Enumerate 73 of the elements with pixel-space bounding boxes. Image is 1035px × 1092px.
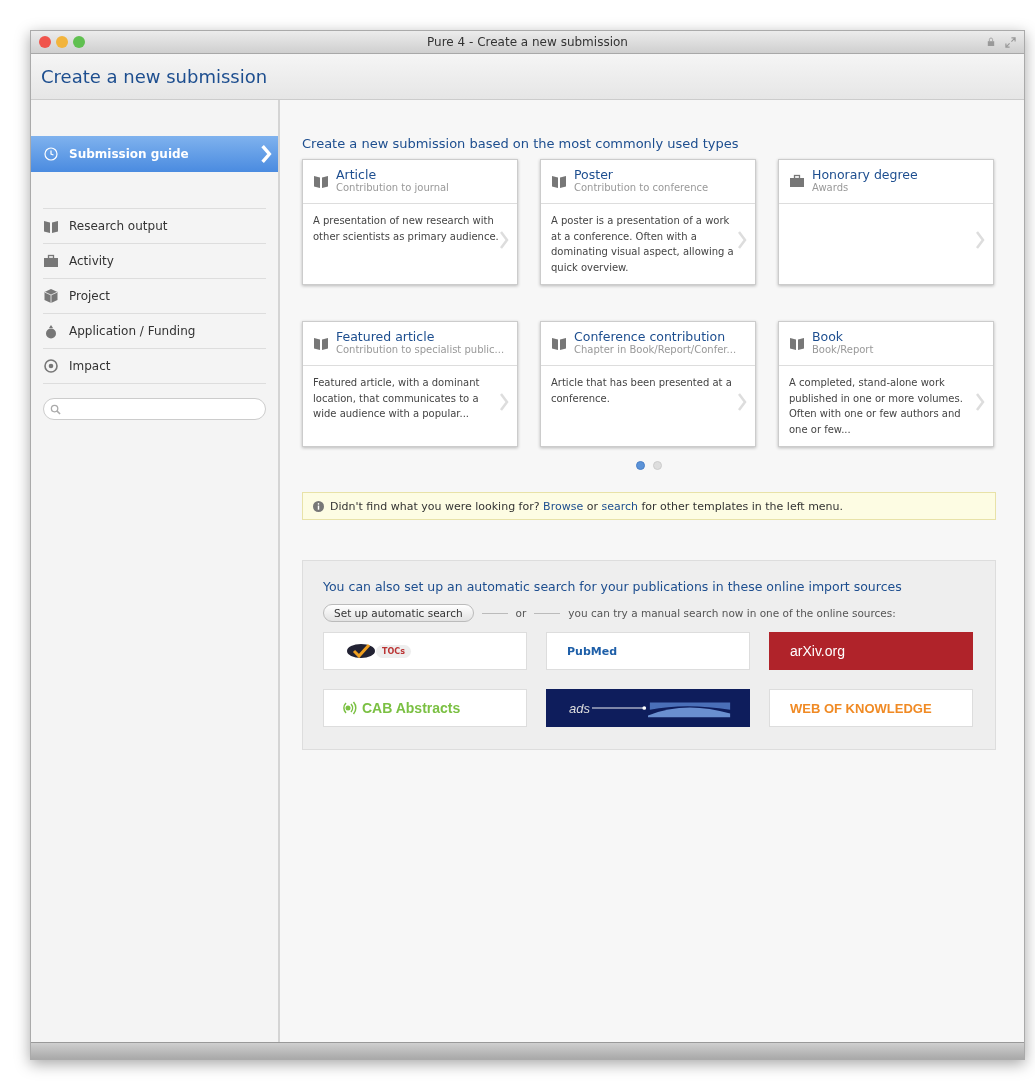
card-description: Featured article, with a dominant location, that communicates to a wide audience with a popular... bbox=[313, 376, 481, 421]
or-text: or bbox=[515, 607, 527, 619]
card-description: A completed, stand-alone work published in one or more volumes. Often with one or few authors and one or few... bbox=[789, 376, 964, 437]
section-heading: Create a new submission based on the most commonly used types bbox=[302, 136, 740, 151]
card-description: Article that has been presented at a conference. bbox=[551, 376, 733, 406]
source-logo-button[interactable]: TOCs bbox=[323, 632, 527, 670]
page-title: Create a new submission bbox=[41, 66, 268, 87]
manual-search-hint: you can try a manual search now in one of the online sources: bbox=[568, 607, 896, 619]
search-icon bbox=[50, 403, 61, 415]
template-card[interactable]: Conference contribution Chapter in Book/Report/Confer... Article that has been presented at a conference. bbox=[540, 321, 756, 447]
chevron-icon bbox=[499, 393, 509, 411]
browse-link[interactable]: Browse bbox=[543, 499, 584, 513]
automatic-search-button[interactable]: Set up automatic search bbox=[323, 604, 474, 622]
clock-icon bbox=[43, 146, 59, 162]
card-title: Poster bbox=[574, 168, 614, 182]
book-icon bbox=[313, 335, 329, 351]
book-icon bbox=[551, 335, 567, 351]
notice-text: Didn't find what you were looking for? Browse or search for other templates in the left menu. bbox=[330, 499, 844, 513]
book-icon bbox=[789, 335, 805, 351]
sidebar-item[interactable]: Project bbox=[43, 279, 266, 314]
template-card[interactable]: Featured article Contribution to specialist public... Featured article, with a dominant location, that communicates to a wide audience with a popular... bbox=[302, 321, 518, 447]
template-card[interactable]: Book Book/Report A completed, stand-alone work published in one or more volumes. Often with one or few authors and one or few... bbox=[778, 321, 994, 447]
source-logo-button[interactable]: arXiv.org bbox=[769, 632, 973, 670]
book-icon bbox=[43, 218, 59, 234]
card-title: Featured article bbox=[336, 330, 436, 344]
money-bag-icon bbox=[43, 323, 59, 339]
briefcase-icon bbox=[789, 173, 805, 189]
minimize-button[interactable] bbox=[56, 36, 68, 48]
chevron-icon bbox=[499, 231, 509, 249]
close-button[interactable] bbox=[39, 36, 51, 48]
search-field[interactable] bbox=[43, 398, 266, 420]
checkmark-icon bbox=[346, 641, 376, 661]
card-title: Honorary degree bbox=[812, 168, 918, 182]
sidebar-item[interactable]: Impact bbox=[43, 349, 266, 384]
book-icon bbox=[551, 173, 567, 189]
target-icon bbox=[43, 358, 59, 374]
card-description: A poster is a presentation of a work at a conference. Often with a dominating visual aspect, allowing a quick overview. bbox=[551, 214, 735, 275]
chevron-icon bbox=[260, 145, 272, 163]
card-subtitle: Book/Report bbox=[812, 344, 874, 356]
source-logo-button[interactable]: PubMed bbox=[546, 632, 750, 670]
lock-icon bbox=[987, 37, 995, 47]
briefcase-icon bbox=[43, 253, 59, 269]
book-icon bbox=[313, 173, 329, 189]
chevron-icon bbox=[975, 231, 985, 249]
card-description: A presentation of new research with other scientists as primary audience. bbox=[313, 214, 499, 244]
card-title: Article bbox=[336, 168, 378, 182]
page-dot[interactable] bbox=[636, 461, 645, 470]
template-card[interactable]: Honorary degree Awards bbox=[778, 159, 994, 285]
import-heading: You can also set up an automatic search for your publications in these online import sources bbox=[323, 579, 903, 594]
sidebar-item[interactable]: Activity bbox=[43, 244, 266, 279]
card-subtitle: Awards bbox=[812, 182, 850, 194]
card-subtitle: Contribution to conference bbox=[574, 182, 709, 194]
card-title: Book bbox=[812, 330, 845, 344]
page-dot[interactable] bbox=[653, 461, 662, 470]
window-title: Pure 4 - Create a new submission bbox=[426, 35, 629, 49]
zoom-button[interactable] bbox=[73, 36, 85, 48]
template-card[interactable]: Article Contribution to journal A presentation of new research with other scientists as primary audience. bbox=[302, 159, 518, 285]
info-icon bbox=[313, 500, 324, 512]
fullscreen-icon bbox=[1005, 36, 1016, 48]
sidebar-item[interactable]: Research output bbox=[43, 209, 266, 244]
card-title: Conference contribution bbox=[574, 330, 727, 344]
card-subtitle: Contribution to specialist public... bbox=[336, 344, 505, 356]
card-subtitle: Contribution to journal bbox=[336, 182, 449, 194]
chevron-icon bbox=[975, 393, 985, 411]
search-link[interactable]: search bbox=[601, 499, 638, 513]
chevron-icon bbox=[737, 231, 747, 249]
card-subtitle: Chapter in Book/Report/Confer... bbox=[574, 344, 737, 356]
template-card[interactable]: Poster Contribution to conference A poster is a presentation of a work at a conference. Often with a dominating visual aspect, allowing a quick overview. bbox=[540, 159, 756, 285]
source-logo-button[interactable]: ads bbox=[546, 689, 750, 727]
cube-icon bbox=[43, 288, 59, 304]
signal-waves-icon bbox=[342, 700, 358, 716]
chevron-icon bbox=[737, 393, 747, 411]
sidebar-item[interactable]: Application / Funding bbox=[43, 314, 266, 349]
